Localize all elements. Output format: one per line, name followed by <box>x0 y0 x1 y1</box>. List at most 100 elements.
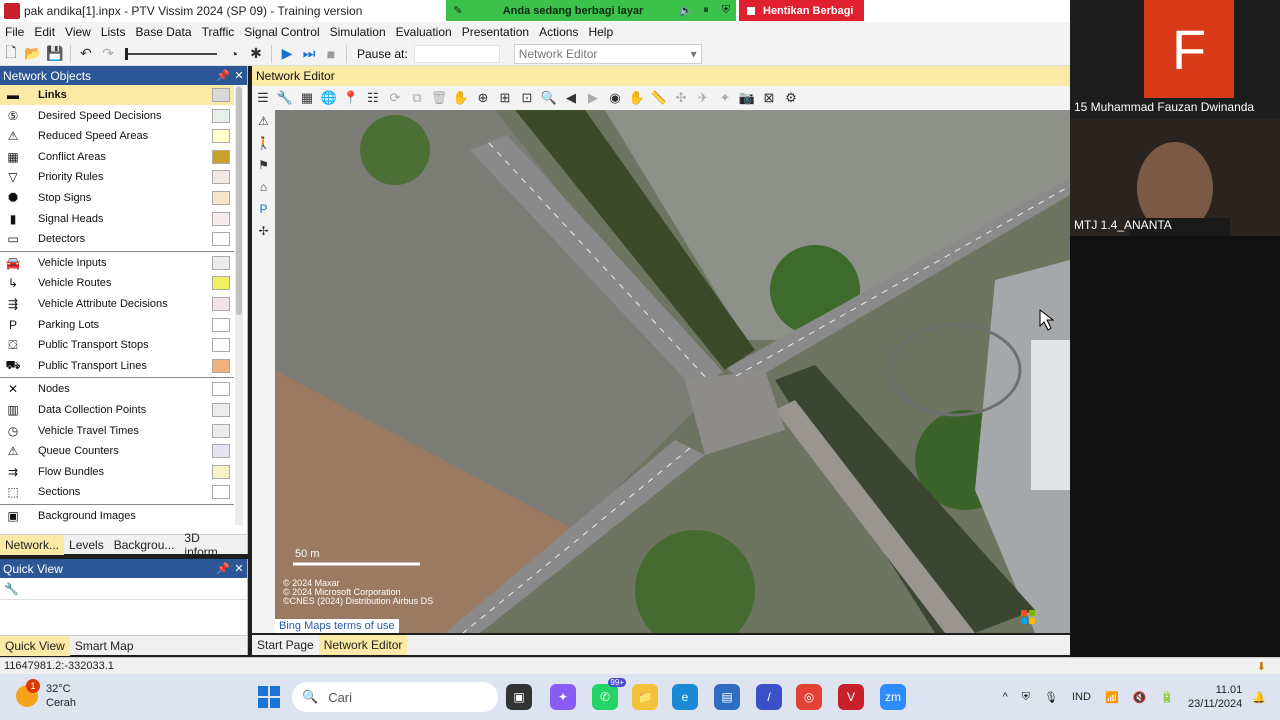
network-icon[interactable]: ✣ <box>670 88 692 108</box>
network-editor-map[interactable]: 50 m © 2024 Maxar © 2024 Microsoft Corpo… <box>275 110 1070 633</box>
color-swatch[interactable] <box>212 170 230 185</box>
color-swatch[interactable] <box>212 464 230 479</box>
menu-simulation[interactable]: Simulation <box>325 25 391 39</box>
warning-icon[interactable]: ⚠ <box>252 110 275 132</box>
network-object-background-images[interactable]: ▣ Background Images <box>0 506 234 526</box>
chevron-up-icon[interactable]: ^ <box>1003 691 1008 703</box>
network-object-public-transport-lines[interactable]: ⛟ Public Transport Lines <box>0 356 234 376</box>
menu-presentation[interactable]: Presentation <box>457 25 534 39</box>
color-swatch[interactable] <box>212 191 230 205</box>
pause-share-icon[interactable]: ⏸ <box>696 4 716 17</box>
slider-thumb[interactable] <box>125 47 128 60</box>
vpn-icon[interactable]: / <box>756 684 782 710</box>
color-swatch[interactable] <box>212 276 230 291</box>
zoom-icon[interactable]: zm <box>880 684 906 710</box>
color-swatch[interactable] <box>212 149 230 164</box>
menu-evaluation[interactable]: Evaluation <box>391 25 457 39</box>
network-object-detectors[interactable]: ▭ Detectors <box>0 229 234 249</box>
tab-smart-map[interactable]: Smart Map <box>70 636 139 656</box>
menu-file[interactable]: File <box>0 25 29 39</box>
taskbar-search[interactable]: 🔍 Cari <box>292 682 498 712</box>
menu-lists[interactable]: Lists <box>96 25 131 39</box>
pin-icon[interactable]: 📌 <box>215 69 231 82</box>
pedestrian-icon[interactable]: 🚶 <box>252 132 275 154</box>
notification-bell-icon[interactable]: 🔔 <box>1252 691 1266 704</box>
microphone-icon[interactable]: 🎙 <box>1044 691 1058 704</box>
color-swatch[interactable] <box>212 232 230 247</box>
antivirus-icon[interactable]: ⛨ <box>1022 691 1030 704</box>
delete-icon[interactable]: 🗑 <box>428 88 450 108</box>
satellite-map[interactable]: 50 m © 2024 Maxar © 2024 Microsoft Corpo… <box>275 110 1070 633</box>
color-swatch[interactable] <box>212 88 230 102</box>
color-swatch[interactable] <box>212 297 230 311</box>
step-icon[interactable]: ⏭ <box>298 44 320 64</box>
redo-icon[interactable]: ↷ <box>97 44 119 64</box>
network-object-vehicle-travel-times[interactable]: ◷ Vehicle Travel Times <box>0 421 234 441</box>
wifi-icon[interactable]: 📶 <box>1105 691 1119 704</box>
battery-icon[interactable]: 🔋 <box>1160 691 1174 704</box>
network-object-vehicle-attribute-decisions[interactable]: ⇶ Vehicle Attribute Decisions <box>0 294 234 314</box>
list-scrollbar[interactable] <box>235 85 243 525</box>
zoom-in-icon[interactable]: 🔍 <box>538 88 560 108</box>
copilot-icon[interactable]: ✦ <box>550 684 576 710</box>
shield-icon[interactable]: ⛨ <box>716 4 736 17</box>
close-icon[interactable]: ✕ <box>231 69 247 82</box>
copy-icon[interactable]: ⧉ <box>406 88 428 108</box>
settings-icon[interactable]: ⚙ <box>780 88 802 108</box>
building-icon[interactable]: ⌂ <box>252 176 275 198</box>
participant-video-tile[interactable]: MTJ 1.4_ANANTA <box>1070 118 1280 236</box>
tab-network-objects[interactable]: Network... <box>0 534 65 555</box>
close-icon[interactable]: ✕ <box>231 562 247 575</box>
network-object-queue-counters[interactable]: ⚠ Queue Counters <box>0 441 234 461</box>
tab-backgrounds[interactable]: Backgrou... <box>109 535 180 555</box>
screenshot-icon[interactable]: 📷 <box>736 88 758 108</box>
rotate-icon[interactable]: ⟳ <box>384 88 406 108</box>
network-object-nodes[interactable]: ✕ Nodes <box>0 379 234 399</box>
task-view-icon[interactable]: ▣ <box>506 684 532 710</box>
network-object-priority-rules[interactable]: ▽ Priority Rules <box>0 167 234 187</box>
network-object-parking-lots[interactable]: P Parking Lots <box>0 315 234 335</box>
parking-icon[interactable]: P <box>252 198 275 220</box>
list-view-icon[interactable]: ☷ <box>362 88 384 108</box>
menu-view[interactable]: View <box>60 25 96 39</box>
tab-3d-information[interactable]: 3D inform... <box>179 531 247 559</box>
tab-quick-view[interactable]: Quick View <box>0 635 70 656</box>
quick-mode-icon[interactable]: ✱ <box>245 44 267 64</box>
tab-network-editor[interactable]: Network Editor <box>318 635 408 655</box>
view-select[interactable]: Network Editor ▾ <box>513 43 702 64</box>
edit-tools-icon[interactable]: 🔧 <box>274 88 296 108</box>
camera-position-icon[interactable]: ◉ <box>604 88 626 108</box>
color-swatch[interactable] <box>212 129 230 144</box>
simulation-speed-slider[interactable] <box>125 47 217 61</box>
delete-selection-icon[interactable]: ⊠ <box>758 88 780 108</box>
network-graph-icon[interactable]: ✢ <box>252 220 275 242</box>
clock[interactable]: 11.01 23/11/2024 <box>1188 683 1242 711</box>
zoom-all-icon[interactable]: ⊡ <box>516 88 538 108</box>
network-object-vehicle-inputs[interactable]: 🚘 Vehicle Inputs <box>0 253 234 273</box>
tab-start-page[interactable]: Start Page <box>252 635 319 655</box>
measure-icon[interactable]: 📏 <box>648 88 670 108</box>
download-icon[interactable]: ⬇ <box>1257 660 1266 673</box>
menu-help[interactable]: Help <box>583 25 618 39</box>
menu-list-icon[interactable]: ☰ <box>252 88 274 108</box>
color-swatch[interactable] <box>212 338 230 353</box>
file-explorer-icon[interactable]: 📁 <box>632 684 658 710</box>
windows-start-icon[interactable] <box>258 686 280 708</box>
vehicle-move-icon[interactable]: ✈ <box>692 88 714 108</box>
pin-icon[interactable]: 📌 <box>215 562 231 575</box>
speedometer-icon[interactable]: ◔ <box>223 44 245 64</box>
color-swatch[interactable] <box>212 317 230 332</box>
volume-icon[interactable]: 🔇 <box>1133 691 1147 704</box>
menu-actions[interactable]: Actions <box>534 25 583 39</box>
pan-hand-icon[interactable]: ✋ <box>450 88 472 108</box>
network-object-stop-signs[interactable]: ⯃ Stop Signs <box>0 188 234 208</box>
network-object-conflict-areas[interactable]: ▦ Conflict Areas <box>0 147 234 167</box>
weather-widget[interactable]: 1 32°C Cerah <box>16 679 76 710</box>
stop-sharing-button[interactable]: Hentikan Berbagi <box>739 0 864 21</box>
color-swatch[interactable] <box>212 423 230 438</box>
save-icon[interactable]: 💾 <box>44 44 66 64</box>
edge-icon[interactable]: e <box>672 684 698 710</box>
grid-icon[interactable]: ▦ <box>296 88 318 108</box>
location-pin-icon[interactable]: 📍 <box>340 88 362 108</box>
color-swatch[interactable] <box>212 485 230 500</box>
